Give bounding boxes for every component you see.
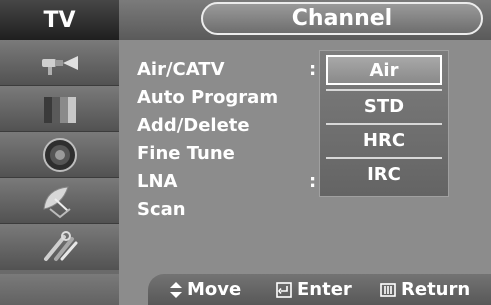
sidebar: [0, 40, 119, 274]
menu-item-fine-tune[interactable]: Fine Tune: [137, 143, 235, 165]
speaker-icon: [42, 137, 77, 172]
antenna-plug-icon: [41, 55, 78, 75]
tools-icon: [43, 231, 77, 261]
option-std[interactable]: STD: [326, 91, 442, 121]
air-catv-dropdown: Air STD HRC IRC: [319, 50, 449, 197]
menu-item-add-delete[interactable]: Add/Delete: [137, 115, 250, 137]
footer-enter-label: Enter: [297, 279, 352, 300]
top-bar: TV Channel: [0, 0, 491, 40]
menu-item-lna[interactable]: LNA: [137, 171, 177, 193]
satellite-dish-icon: [42, 185, 71, 218]
tv-label: TV: [0, 0, 119, 40]
enter-icon: [276, 281, 292, 298]
sidebar-item-sound[interactable]: [0, 132, 119, 178]
menu-item-scan[interactable]: Scan: [137, 199, 186, 221]
footer-move-label: Move: [187, 279, 242, 300]
lna-colon: :: [309, 171, 317, 192]
menu-return-icon: [380, 282, 396, 297]
option-irc[interactable]: IRC: [326, 159, 442, 189]
footer-return-label: Return: [401, 279, 471, 300]
sidebar-item-input[interactable]: [0, 40, 119, 86]
section-title: Channel: [201, 2, 483, 35]
footer-bar: Move Enter Return: [148, 274, 491, 305]
footer-return: Return: [380, 274, 470, 305]
picture-bars-icon: [43, 96, 76, 123]
footer-move: Move: [170, 274, 241, 305]
sidebar-bottom: [0, 274, 119, 305]
menu-item-auto-program[interactable]: Auto Program: [137, 87, 278, 109]
sidebar-item-setup[interactable]: [0, 224, 119, 270]
air-catv-colon: :: [309, 59, 317, 80]
up-down-arrow-icon: [170, 281, 182, 298]
option-air[interactable]: Air: [326, 55, 442, 85]
menu-item-air-catv[interactable]: Air/CATV: [137, 59, 225, 81]
option-hrc[interactable]: HRC: [326, 125, 442, 155]
footer-enter: Enter: [276, 274, 352, 305]
sidebar-item-channel[interactable]: [0, 178, 119, 224]
sidebar-item-picture[interactable]: [0, 86, 119, 132]
